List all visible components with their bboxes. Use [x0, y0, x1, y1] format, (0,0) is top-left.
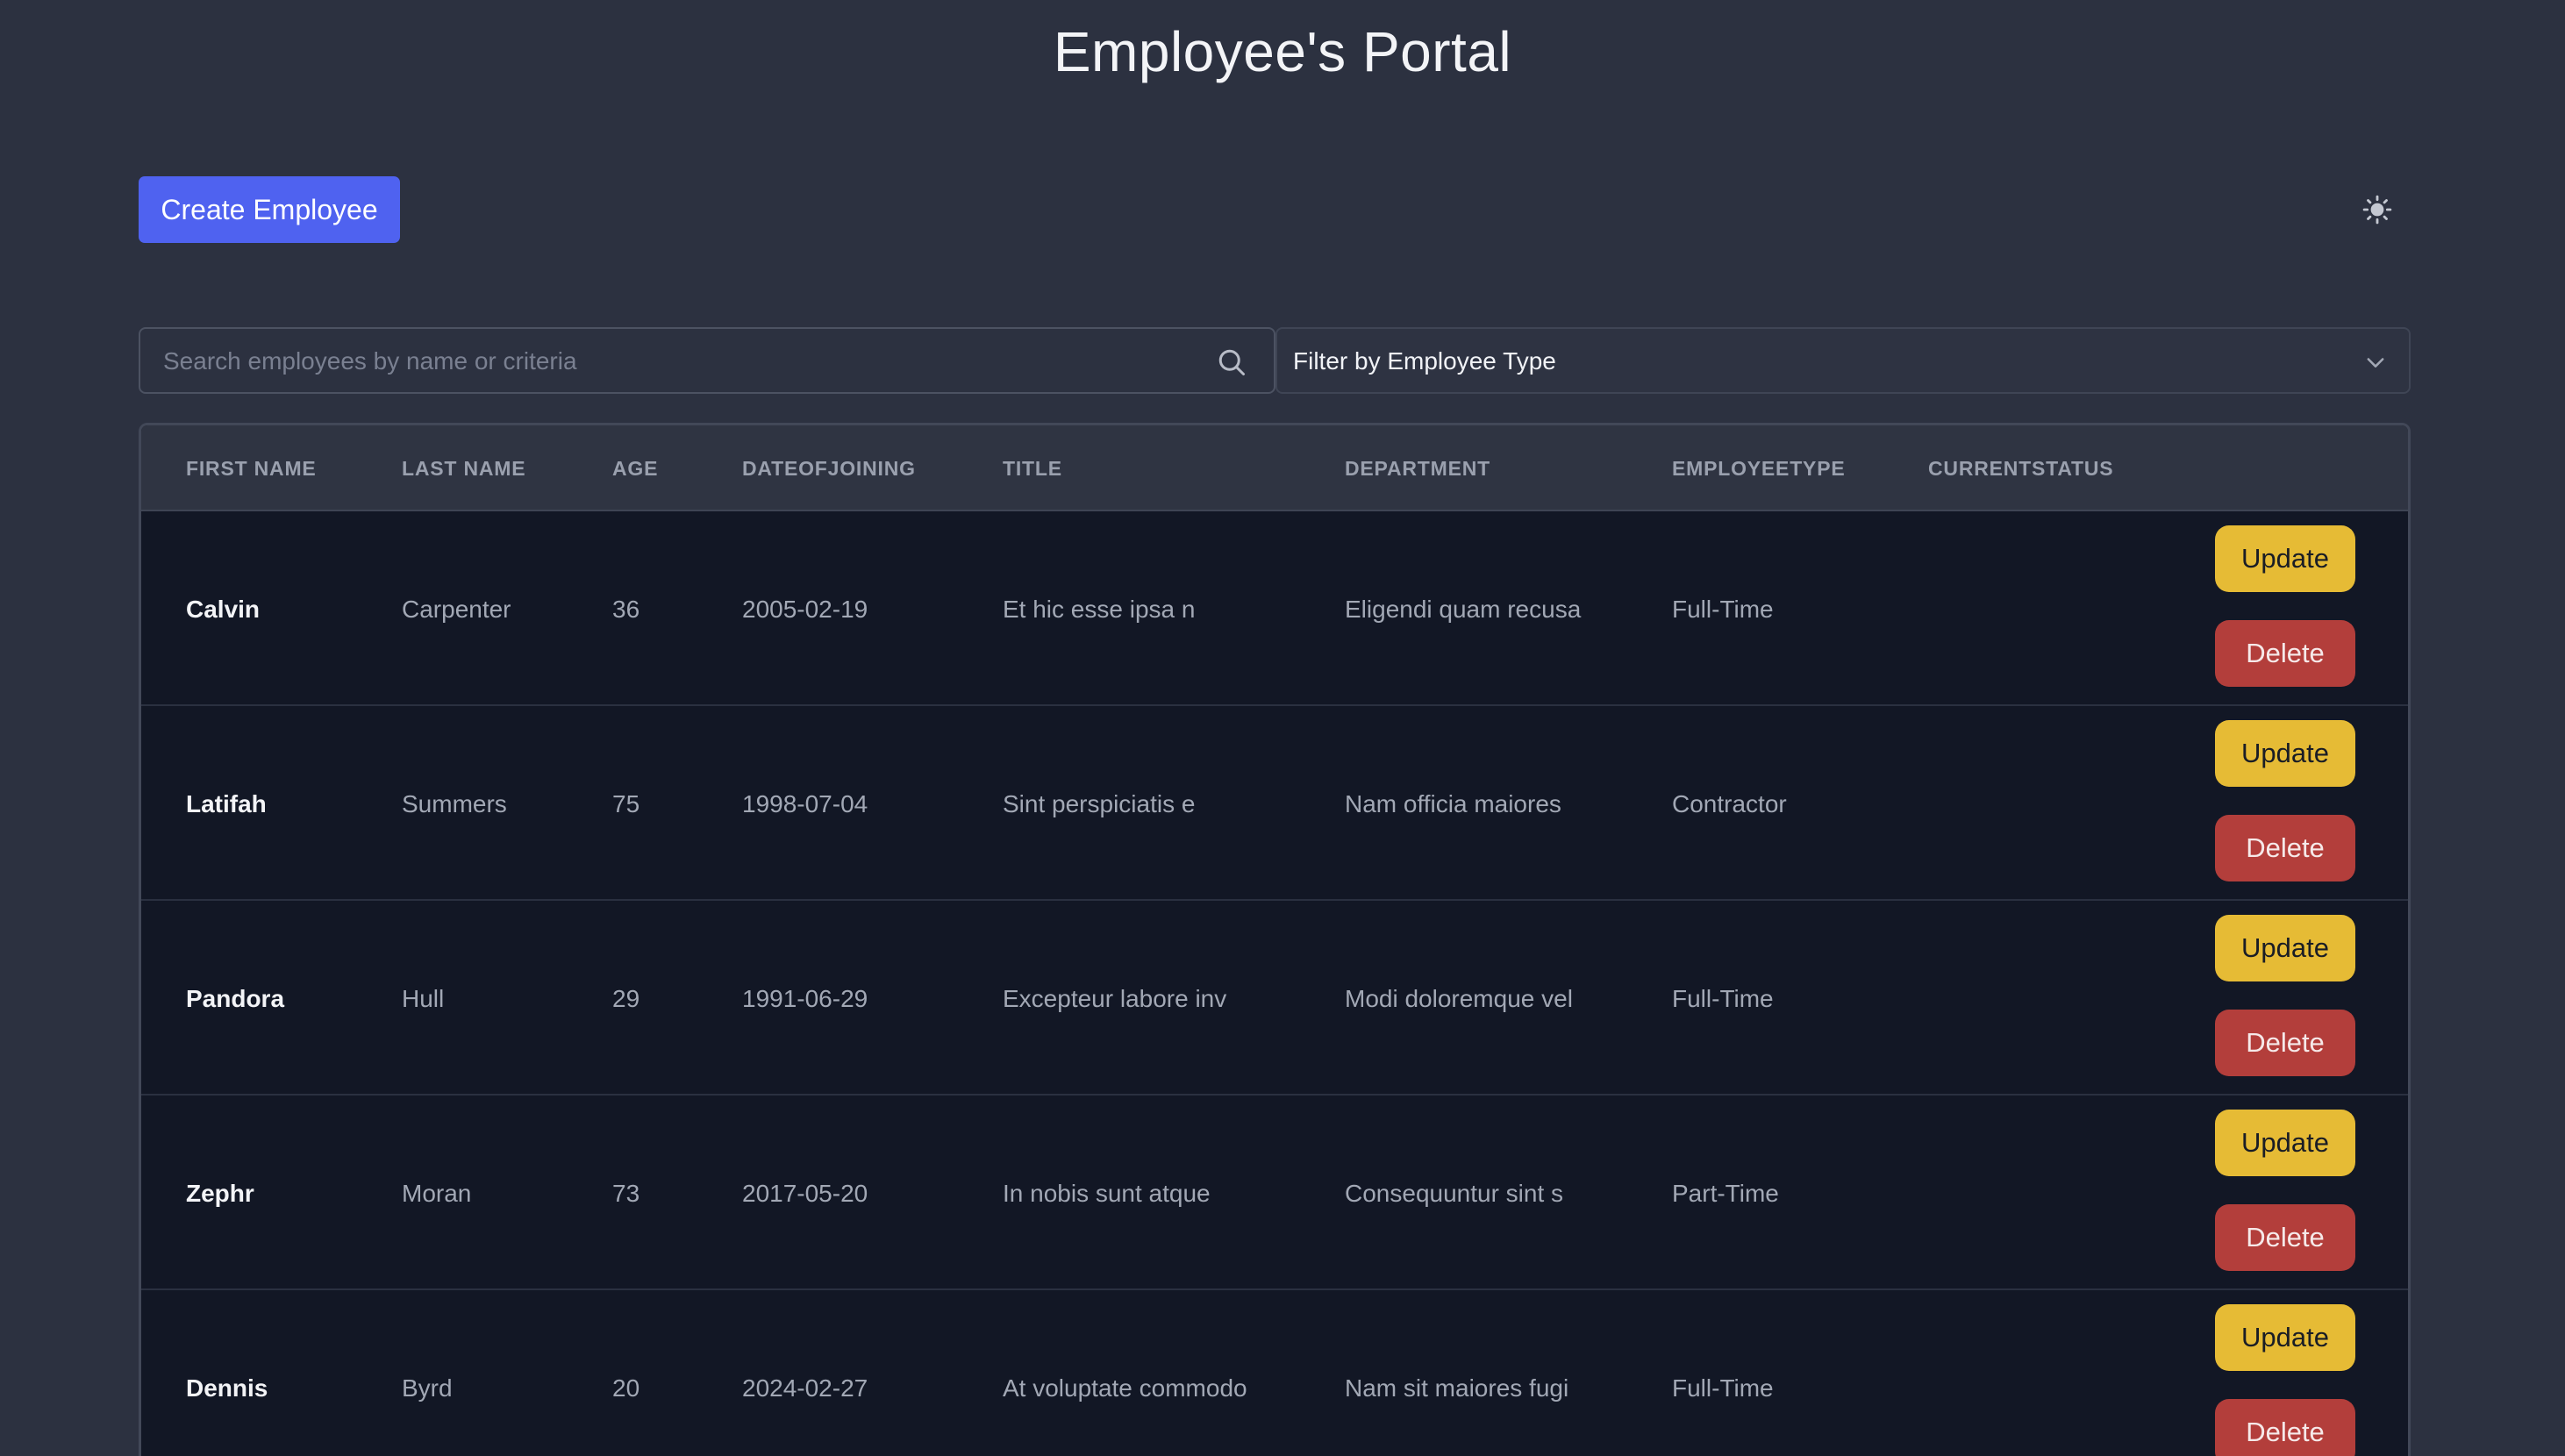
cell-title: Et hic esse ipsa n — [1003, 596, 1196, 623]
cell-employee-type: Full-Time — [1672, 1374, 1774, 1402]
chevron-down-icon — [2367, 358, 2384, 368]
cell-date-of-joining: 2005-02-19 — [742, 596, 868, 623]
delete-button[interactable]: Delete — [2215, 815, 2355, 881]
column-header-age: AGE — [612, 457, 659, 480]
cell-last-name: Summers — [402, 790, 507, 817]
cell-age: 75 — [612, 790, 640, 817]
cell-employee-type: Contractor — [1672, 790, 1787, 817]
cell-last-name: Byrd — [402, 1374, 453, 1402]
employee-table: FIRST NAME LAST NAME AGE DATEOFJOINING T… — [139, 423, 2411, 1456]
cell-first-name: Calvin — [186, 596, 261, 623]
cell-employee-type: Full-Time — [1672, 985, 1774, 1012]
table-row: Calvin Carpenter 36 2005-02-19 Et hic es… — [141, 511, 2408, 706]
cell-date-of-joining: 1998-07-04 — [742, 790, 868, 817]
cell-employee-type: Full-Time — [1672, 596, 1774, 623]
column-header-last-name: LAST NAME — [402, 457, 526, 480]
update-button[interactable]: Update — [2215, 720, 2355, 787]
cell-first-name: Pandora — [186, 985, 285, 1012]
search-box — [139, 327, 1275, 394]
cell-department: Modi doloremque vel — [1345, 985, 1573, 1012]
table-row: Pandora Hull 29 1991-06-29 Excepteur lab… — [141, 901, 2408, 1096]
cell-first-name: Zephr — [186, 1180, 254, 1207]
cell-department: Nam sit maiores fugi — [1345, 1374, 1569, 1402]
sun-icon — [2362, 195, 2392, 225]
table-header: FIRST NAME LAST NAME AGE DATEOFJOINING T… — [141, 425, 2408, 511]
theme-toggle-button[interactable] — [2360, 189, 2395, 230]
employee-type-filter[interactable]: Filter by Employee Type — [1275, 327, 2411, 394]
search-input[interactable] — [161, 329, 1182, 394]
delete-button[interactable]: Delete — [2215, 1010, 2355, 1076]
cell-age: 29 — [612, 985, 640, 1012]
cell-last-name: Hull — [402, 985, 445, 1012]
cell-title: In nobis sunt atque — [1003, 1180, 1211, 1207]
cell-date-of-joining: 2024-02-27 — [742, 1374, 868, 1402]
column-header-title: TITLE — [1003, 457, 1062, 480]
cell-last-name: Moran — [402, 1180, 472, 1207]
cell-age: 36 — [612, 596, 640, 623]
cell-age: 73 — [612, 1180, 640, 1207]
page-title: Employee's Portal — [1053, 20, 1512, 83]
cell-department: Eligendi quam recusa — [1345, 596, 1582, 623]
column-header-employee-type: EMPLOYEETYPE — [1672, 457, 1846, 480]
cell-first-name: Latifah — [186, 790, 267, 817]
delete-button[interactable]: Delete — [2215, 1399, 2355, 1456]
search-icon[interactable] — [1216, 346, 1247, 378]
cell-title: Sint perspiciatis e — [1003, 790, 1196, 817]
column-header-first-name: FIRST NAME — [186, 457, 317, 480]
table-row: Latifah Summers 75 1998-07-04 Sint persp… — [141, 706, 2408, 901]
update-button[interactable]: Update — [2215, 1304, 2355, 1371]
employee-portal-page: Employee's Portal Create Employee Filter… — [0, 0, 2565, 1456]
cell-date-of-joining: 2017-05-20 — [742, 1180, 868, 1207]
column-header-date-of-joining: DATEOFJOINING — [742, 457, 916, 480]
cell-first-name: Dennis — [186, 1374, 268, 1402]
column-header-department: DEPARTMENT — [1345, 457, 1491, 480]
filter-selected-value: Filter by Employee Type — [1293, 347, 1556, 375]
column-header-current-status: CURRENTSTATUS — [1928, 457, 2114, 480]
update-button[interactable]: Update — [2215, 525, 2355, 592]
cell-last-name: Carpenter — [402, 596, 511, 623]
cell-title: Excepteur labore inv — [1003, 985, 1227, 1012]
cell-date-of-joining: 1991-06-29 — [742, 985, 868, 1012]
table-row: Dennis Byrd 20 2024-02-27 At voluptate c… — [141, 1290, 2408, 1456]
cell-title: At voluptate commodo — [1003, 1374, 1247, 1402]
create-employee-button[interactable]: Create Employee — [139, 176, 400, 243]
delete-button[interactable]: Delete — [2215, 1204, 2355, 1271]
cell-employee-type: Part-Time — [1672, 1180, 1779, 1207]
update-button[interactable]: Update — [2215, 915, 2355, 981]
cell-department: Consequuntur sint s — [1345, 1180, 1564, 1207]
cell-department: Nam officia maiores — [1345, 790, 1561, 817]
update-button[interactable]: Update — [2215, 1110, 2355, 1176]
delete-button[interactable]: Delete — [2215, 620, 2355, 687]
cell-age: 20 — [612, 1374, 640, 1402]
table-row: Zephr Moran 73 2017-05-20 In nobis sunt … — [141, 1096, 2408, 1290]
